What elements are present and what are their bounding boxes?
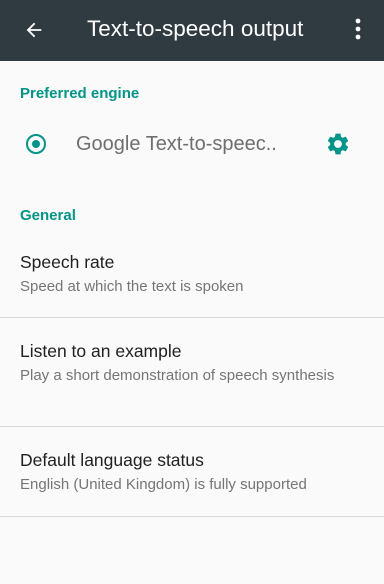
arrow-back-svg <box>26 22 42 38</box>
app-bar: Text-to-speech output <box>0 0 384 61</box>
listen-example-item[interactable]: Listen to an example Play a short demons… <box>0 318 384 426</box>
arrow-back-icon[interactable] <box>20 16 48 44</box>
speech-rate-title: Speech rate <box>20 252 115 272</box>
engine-radio-button[interactable] <box>26 134 46 154</box>
more-vert-icon[interactable] <box>346 14 370 44</box>
divider <box>0 516 384 517</box>
listen-example-summary: Play a short demonstration of speech syn… <box>20 367 335 384</box>
gear-svg <box>327 133 349 155</box>
default-language-status-title: Default language status <box>20 450 204 470</box>
engine-label: Google Text-to-speec.. <box>76 133 277 155</box>
speech-rate-summary: Speed at which the text is spoken <box>20 278 244 295</box>
default-language-status-summary: English (United Kingdom) is fully suppor… <box>20 476 307 493</box>
preferred-engine-header: Preferred engine <box>20 85 140 102</box>
listen-example-title: Listen to an example <box>20 341 182 361</box>
speech-rate-item[interactable]: Speech rate Speed at which the text is s… <box>0 238 384 317</box>
more-vert-svg <box>355 18 361 40</box>
default-language-status-item[interactable]: Default language status English (United … <box>0 427 384 516</box>
gear-icon[interactable] <box>325 131 351 157</box>
engine-option-google[interactable]: Google Text-to-speec.. <box>0 118 384 174</box>
page-title: Text-to-speech output <box>87 16 304 41</box>
general-header: General <box>20 207 76 224</box>
